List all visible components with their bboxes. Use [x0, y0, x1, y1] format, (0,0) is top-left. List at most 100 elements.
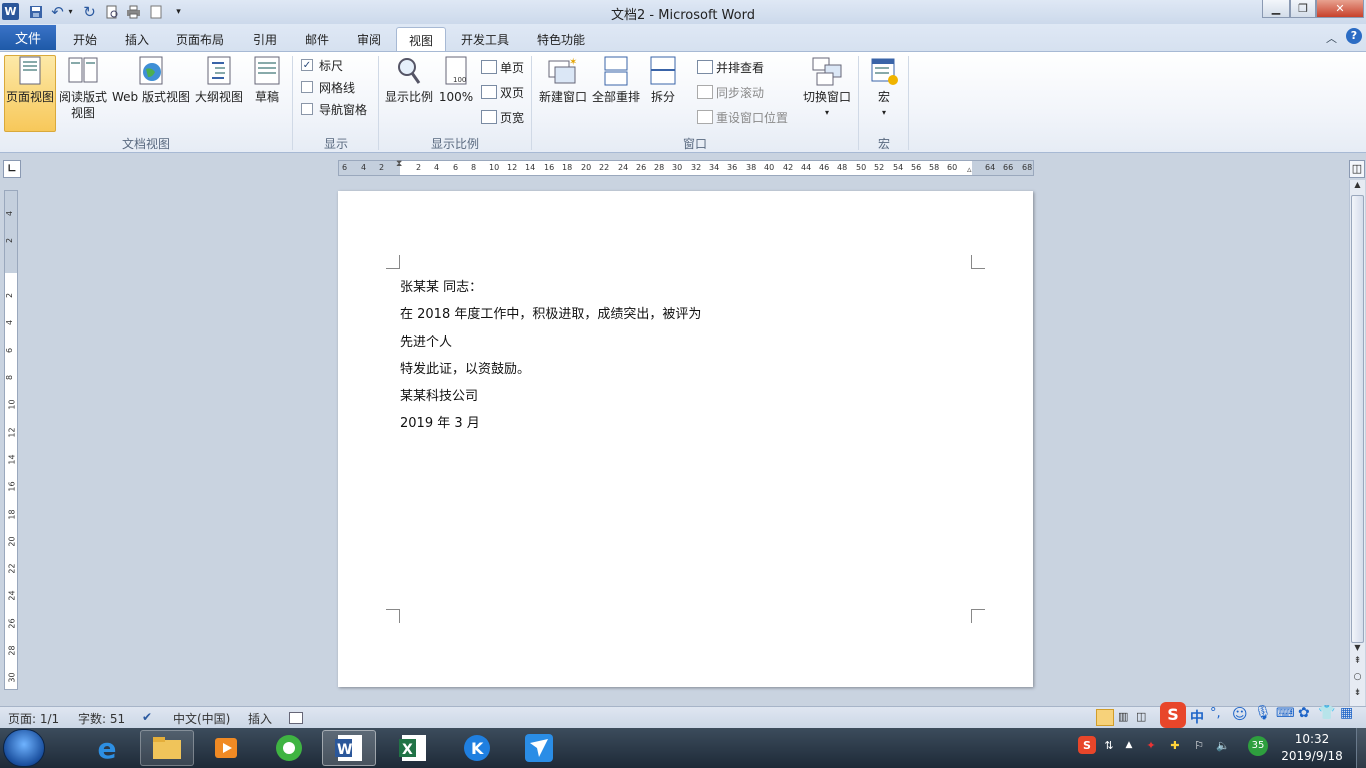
- one-page-button[interactable]: 单页: [481, 57, 524, 77]
- feishu-bird-icon[interactable]: [512, 730, 566, 766]
- start-button[interactable]: [3, 729, 45, 767]
- view-ruler-icon[interactable]: ◫: [1349, 160, 1365, 178]
- tab-view[interactable]: 视图: [396, 27, 446, 52]
- file-explorer-icon[interactable]: [140, 730, 194, 766]
- scroll-up-icon[interactable]: ▲: [1350, 180, 1365, 194]
- tab-file[interactable]: 文件: [0, 25, 56, 50]
- select-browse-object-icon[interactable]: ○: [1350, 672, 1365, 686]
- vertical-ruler[interactable]: 4 2 2 4 6 8 10 12 14 16 18 20 22 24 26 28 30: [4, 190, 18, 690]
- emoji-icon[interactable]: ☺: [1232, 705, 1248, 723]
- draft-button[interactable]: 草稿: [248, 55, 286, 105]
- reset-window-position-button[interactable]: 重设窗口位置: [697, 107, 788, 127]
- assistant-tray-icon[interactable]: ✚: [1166, 736, 1184, 754]
- print-layout-button[interactable]: 页面视图: [4, 55, 56, 105]
- shirt-icon[interactable]: 👕: [1318, 705, 1335, 721]
- internet-explorer-icon[interactable]: e: [80, 730, 134, 766]
- view-side-by-side-button[interactable]: 并排查看: [697, 57, 764, 77]
- full-screen-reading-button[interactable]: 阅读版式 视图: [58, 55, 108, 121]
- doc-line-body-2[interactable]: 先进个人: [400, 331, 452, 350]
- taskbar-clock[interactable]: 10:32 2019/9/18: [1274, 731, 1350, 765]
- ribbon-collapse-icon[interactable]: ︿: [1326, 30, 1337, 46]
- action-center-icon[interactable]: ⚐: [1190, 736, 1208, 754]
- side-by-side-icon: [697, 60, 713, 74]
- excel-taskbar-icon[interactable]: X: [386, 730, 440, 766]
- minimize-button[interactable]: ▁: [1262, 0, 1290, 18]
- outline-button[interactable]: 大纲视图: [194, 55, 244, 105]
- word-count[interactable]: 字数: 51: [78, 710, 125, 727]
- previous-page-icon[interactable]: ⇞: [1350, 656, 1365, 670]
- navigation-pane-checkbox[interactable]: 导航窗格: [301, 99, 367, 119]
- gridlines-checkbox[interactable]: 网格线: [301, 77, 355, 97]
- switch-windows-button[interactable]: 切换窗口 ▾: [801, 55, 853, 121]
- right-indent-marker[interactable]: ▵: [967, 165, 972, 175]
- full-screen-reading-view-icon[interactable]: ▥: [1118, 710, 1128, 723]
- zoom-100-button[interactable]: 100 100%: [438, 55, 474, 105]
- help-icon[interactable]: ?: [1346, 28, 1362, 44]
- tab-references[interactable]: 引用: [240, 27, 290, 51]
- ruler-checkbox[interactable]: ✓ 标尺: [301, 55, 343, 75]
- keyboard-icon[interactable]: ⌨: [1276, 706, 1295, 721]
- sogou-logo-icon[interactable]: S: [1160, 702, 1186, 728]
- network-adapter-icon[interactable]: ⇅: [1100, 736, 1118, 754]
- document-page[interactable]: 张某某 同志： 在 2018 年度工作中，积极进取，成绩突出，被评为 先进个人 …: [338, 191, 1033, 687]
- close-button[interactable]: ✕: [1316, 0, 1364, 18]
- sogou-tray-icon[interactable]: S: [1078, 736, 1096, 754]
- macro-record-icon[interactable]: [289, 712, 303, 724]
- insert-mode-indicator[interactable]: 插入: [248, 710, 272, 727]
- group-label-document-views: 文档视图: [121, 137, 170, 151]
- browser-360-icon[interactable]: [262, 730, 316, 766]
- h-ruler-tick-label: 28: [654, 163, 665, 172]
- arrange-all-button[interactable]: 全部重排: [590, 55, 642, 105]
- zoom-button[interactable]: 显示比例: [384, 55, 434, 105]
- word-taskbar-icon[interactable]: W: [322, 730, 376, 766]
- kugou-icon[interactable]: K: [450, 730, 504, 766]
- doc-line-salutation[interactable]: 张某某 同志：: [400, 276, 482, 295]
- ime-mode-indicator[interactable]: 中: [1190, 707, 1204, 727]
- split-button[interactable]: 拆分: [644, 55, 682, 105]
- web-layout-view-icon[interactable]: ◫: [1136, 710, 1146, 723]
- ruler-label: 标尺: [319, 58, 344, 73]
- tab-selector-icon[interactable]: ∟: [3, 160, 21, 178]
- maximize-button[interactable]: ❐: [1290, 0, 1316, 18]
- synchronous-scrolling-button[interactable]: 同步滚动: [697, 82, 764, 102]
- show-hidden-icons[interactable]: ▲: [1120, 736, 1138, 754]
- tab-special[interactable]: 特色功能: [524, 27, 598, 51]
- tab-page-layout[interactable]: 页面布局: [164, 27, 236, 51]
- page-width-button[interactable]: 页宽: [481, 107, 524, 127]
- scroll-down-icon[interactable]: ▼: [1350, 643, 1365, 655]
- language-indicator[interactable]: 中文(中国): [173, 710, 230, 727]
- doc-line-body-3[interactable]: 特发此证，以资鼓励。: [400, 358, 530, 377]
- tray-counter-badge[interactable]: 35: [1248, 736, 1268, 756]
- vertical-scrollbar[interactable]: ▲ ▼ ⇞ ○ ⇟: [1349, 180, 1365, 706]
- doc-line-body-1[interactable]: 在 2018 年度工作中，积极进取，成绩突出，被评为: [400, 303, 701, 322]
- macros-button[interactable]: 宏 ▾: [864, 55, 904, 121]
- voice-input-icon[interactable]: 🎙: [1254, 705, 1272, 721]
- first-line-indent-marker[interactable]: ⧗: [396, 159, 402, 169]
- volume-icon[interactable]: 🔈: [1214, 736, 1232, 754]
- show-desktop-button[interactable]: [1356, 728, 1366, 768]
- security-tray-icon[interactable]: ✦: [1142, 736, 1160, 754]
- web-layout-button[interactable]: Web 版式视图: [111, 55, 191, 105]
- doc-line-date[interactable]: 2019 年 3 月: [400, 412, 480, 431]
- page-count[interactable]: 页面: 1/1: [8, 710, 59, 727]
- two-pages-button[interactable]: 双页: [481, 82, 524, 102]
- print-layout-view-icon[interactable]: [1096, 709, 1114, 726]
- toolbox-icon[interactable]: ▦: [1340, 705, 1353, 721]
- tab-mailings[interactable]: 邮件: [292, 27, 342, 51]
- tab-review[interactable]: 审阅: [344, 27, 394, 51]
- next-page-icon[interactable]: ⇟: [1350, 688, 1365, 702]
- doc-line-company[interactable]: 某某科技公司: [400, 385, 478, 404]
- skin-icon[interactable]: ✿: [1298, 705, 1310, 721]
- tab-insert[interactable]: 插入: [112, 27, 162, 51]
- media-player-icon[interactable]: [200, 730, 254, 766]
- new-window-button[interactable]: ✶ 新建窗口: [537, 55, 589, 105]
- tab-home[interactable]: 开始: [60, 27, 110, 51]
- proofing-icon[interactable]: ✔: [142, 710, 152, 724]
- two-pages-icon: [481, 85, 497, 99]
- horizontal-ruler[interactable]: 6 4 2 2 4 6 8 10 12 14 16 18 20 22 24 26 28 30 32 34 36 38 40 4…: [338, 159, 1034, 176]
- arrange-all-icon: [604, 56, 628, 86]
- scroll-thumb[interactable]: [1351, 195, 1364, 643]
- one-page-icon: [481, 60, 497, 74]
- punctuation-icon[interactable]: °,: [1210, 706, 1221, 721]
- tab-developer[interactable]: 开发工具: [450, 27, 520, 51]
